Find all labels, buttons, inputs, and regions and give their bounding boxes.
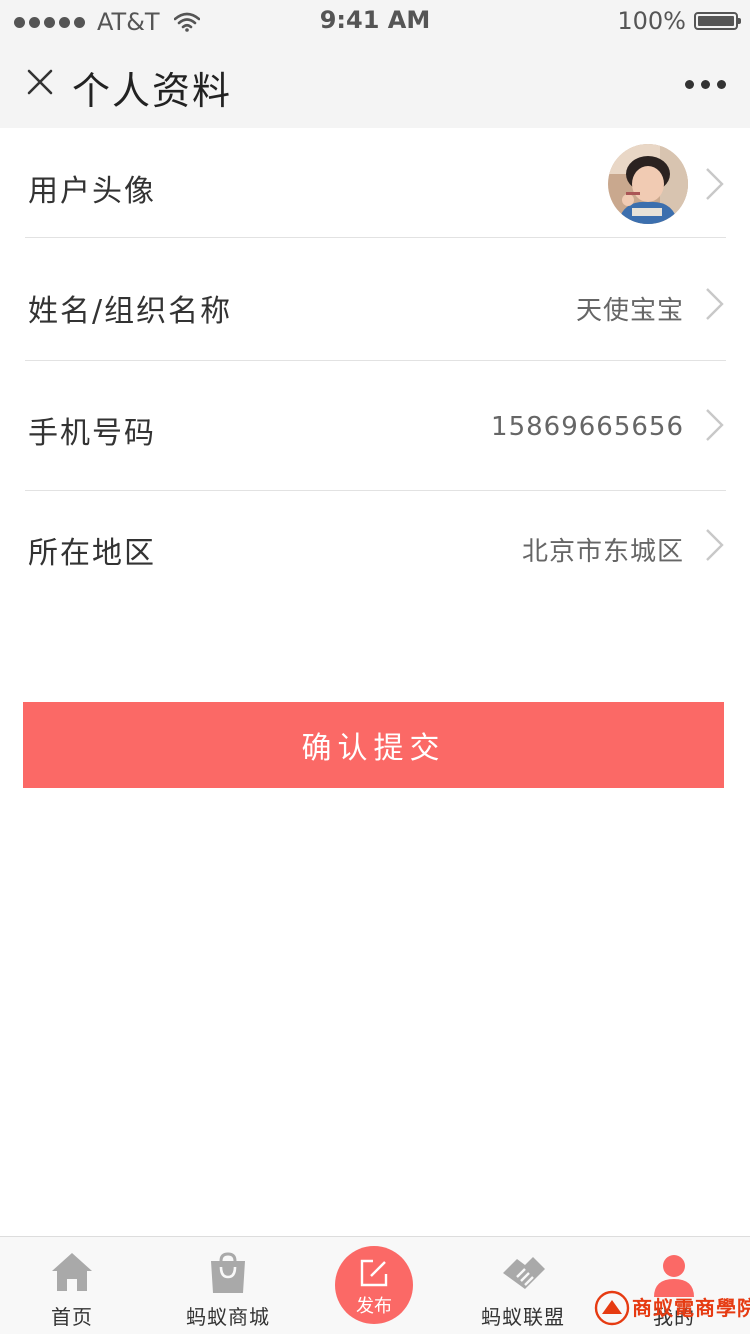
battery-percent: 100% [617,7,686,35]
chevron-right-icon [706,168,724,200]
publish-button[interactable]: 发布 [335,1246,413,1324]
status-bar: AT&T 9:41 AM 100% [0,0,750,40]
handshake-icon [503,1257,545,1289]
profile-row-phone[interactable]: 手机号码 15869665656 [25,361,726,491]
name-value: 天使宝宝 [575,296,684,326]
chevron-right-icon [706,529,724,561]
phone-value: 15869665656 [491,412,684,442]
battery-icon [694,12,741,30]
chevron-right-icon [706,288,724,320]
publish-label: 发布 [356,1296,392,1317]
watermark-text: 商蚁電商學院 [632,1296,750,1320]
row-label: 用户头像 [28,174,156,209]
tab-label: 首页 [51,1305,93,1329]
nav-bar: 个人资料 [0,40,750,128]
watermark-logo: 商蚁電商學院 [594,1290,750,1330]
watermark-emblem-icon [594,1290,630,1326]
close-icon[interactable] [24,66,56,98]
tab-home[interactable]: 首页 [22,1237,122,1335]
row-label: 所在地区 [28,536,156,571]
page-title: 个人资料 [72,69,233,113]
profile-row-region[interactable]: 所在地区 北京市东城区 [25,491,726,601]
row-label: 姓名/组织名称 [28,294,233,329]
shopping-bag-icon [211,1252,245,1293]
home-icon [52,1253,92,1291]
profile-row-avatar[interactable]: 用户头像 [25,128,726,238]
profile-row-name[interactable]: 姓名/组织名称 天使宝宝 [25,238,726,361]
chevron-right-icon [706,409,724,441]
row-label: 手机号码 [28,416,156,451]
tab-label: 蚂蚁联盟 [481,1305,565,1329]
more-menu-icon[interactable] [678,80,726,89]
battery-indicator: 100% [617,7,741,35]
region-value: 北京市东城区 [521,537,684,567]
tab-label: 蚂蚁商城 [186,1305,270,1329]
tab-alliance[interactable]: 蚂蚁联盟 [470,1237,576,1335]
tab-mall[interactable]: 蚂蚁商城 [178,1237,278,1335]
edit-icon [360,1259,388,1287]
avatar-image [608,144,688,224]
submit-button[interactable]: 确认提交 [23,702,724,788]
avatar [608,144,688,224]
